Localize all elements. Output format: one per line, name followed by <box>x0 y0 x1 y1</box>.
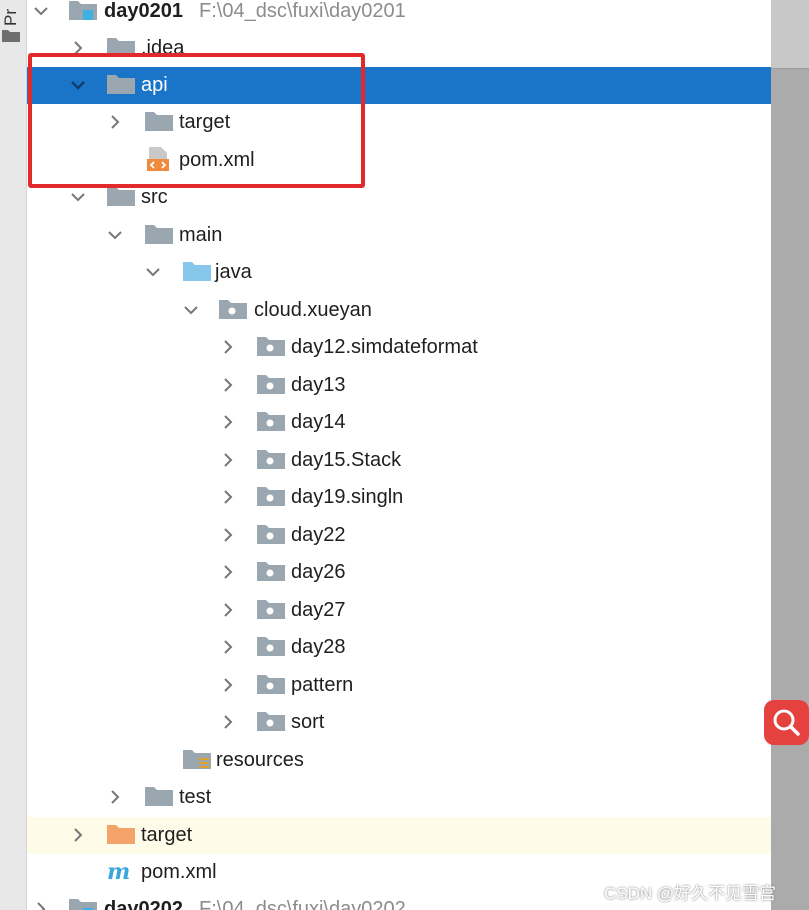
package-label: day13 <box>291 374 346 396</box>
chevron-down-icon[interactable] <box>70 189 86 205</box>
chevron-down-icon[interactable] <box>145 264 161 280</box>
package-icon <box>257 637 285 656</box>
file-label: pom.xml <box>141 861 217 883</box>
package-icon <box>257 487 285 506</box>
scrollbar-thumb[interactable] <box>771 0 809 69</box>
tree-row-subpackage[interactable]: day13 <box>27 367 771 404</box>
folder-label: target <box>141 824 193 846</box>
package-icon <box>257 525 285 544</box>
chevron-right-icon[interactable] <box>70 827 86 843</box>
package-label: pattern <box>291 674 354 696</box>
search-button[interactable] <box>764 700 809 745</box>
chevron-right-icon[interactable] <box>220 564 236 580</box>
search-icon <box>773 709 800 736</box>
annotation-highlight-box <box>28 53 365 188</box>
chevron-down-icon[interactable] <box>33 3 49 19</box>
tree-row-subpackage[interactable]: pattern <box>27 667 771 704</box>
package-label: day14 <box>291 411 346 433</box>
maven-icon: m <box>107 859 130 883</box>
tree-row-subpackage[interactable]: day26 <box>27 554 771 591</box>
package-icon <box>257 412 285 431</box>
module-icon <box>69 899 97 910</box>
package-label: day28 <box>291 636 346 658</box>
chevron-right-icon[interactable] <box>220 452 236 468</box>
chevron-right-icon[interactable] <box>220 339 236 355</box>
folder-icon <box>145 787 173 806</box>
tree-row-package[interactable]: cloud.xueyan <box>27 292 771 329</box>
package-label: day22 <box>291 524 346 546</box>
watermark: CSDN @好久不见雪宫 <box>604 884 777 903</box>
package-icon <box>219 300 247 319</box>
package-label: cloud.xueyan <box>254 299 372 321</box>
package-label: day27 <box>291 599 346 621</box>
chevron-right-icon[interactable] <box>107 789 123 805</box>
chevron-down-icon[interactable] <box>107 227 123 243</box>
package-label: sort <box>291 711 325 733</box>
chevron-right-icon[interactable] <box>220 639 236 655</box>
tree-row-resources[interactable]: resources <box>27 742 771 779</box>
chevron-right-icon[interactable] <box>220 602 236 618</box>
package-icon <box>257 375 285 394</box>
chevron-right-icon[interactable] <box>220 377 236 393</box>
module-path: F:\04_dsc\fuxi\day0201 <box>199 0 406 22</box>
package-label: day26 <box>291 561 346 583</box>
vertical-scrollbar[interactable] <box>771 0 809 910</box>
tree-row-module-day0201[interactable]: day0201 F:\04_dsc\fuxi\day0201 <box>27 0 771 30</box>
tree-row-test[interactable]: test <box>27 779 771 816</box>
tree-row-subpackage[interactable]: sort <box>27 704 771 741</box>
module-name: day0201 <box>104 0 183 22</box>
tree-row-target[interactable]: target <box>27 817 771 854</box>
package-label: day15.Stack <box>291 449 402 471</box>
package-label: day19.singln <box>291 486 404 508</box>
module-name: day0202 <box>104 898 183 910</box>
folder-label: test <box>179 786 212 808</box>
chevron-right-icon[interactable] <box>220 677 236 693</box>
tree-row-java[interactable]: java <box>27 254 771 291</box>
chevron-right-icon[interactable] <box>220 527 236 543</box>
folder-icon <box>2 30 20 42</box>
project-tool-window-strip[interactable]: Pr <box>0 0 27 910</box>
tree-row-subpackage[interactable]: day14 <box>27 404 771 441</box>
project-tab-label[interactable]: Pr <box>1 9 21 26</box>
package-icon <box>257 712 285 731</box>
module-path: F:\04_dsc\fuxi\day0202 <box>199 898 406 910</box>
tree-row-subpackage[interactable]: day15.Stack <box>27 442 771 479</box>
source-folder-icon <box>183 262 211 281</box>
tree-row-main[interactable]: main <box>27 217 771 254</box>
chevron-right-icon[interactable] <box>33 901 49 910</box>
package-icon <box>257 450 285 469</box>
chevron-right-icon[interactable] <box>220 489 236 505</box>
package-icon <box>257 600 285 619</box>
folder-label: main <box>179 224 223 246</box>
chevron-right-icon[interactable] <box>220 714 236 730</box>
tree-row-subpackage[interactable]: day19.singln <box>27 479 771 516</box>
folder-icon <box>145 225 173 244</box>
tree-row-subpackage[interactable]: day27 <box>27 592 771 629</box>
svg-text:m: m <box>107 859 130 883</box>
package-icon <box>257 337 285 356</box>
chevron-right-icon[interactable] <box>220 414 236 430</box>
tree-row-subpackage[interactable]: day28 <box>27 629 771 666</box>
folder-label: java <box>215 261 252 283</box>
resources-folder-icon <box>183 750 211 769</box>
package-label: day12.simdateformat <box>291 336 478 358</box>
tree-row-subpackage[interactable]: day12.simdateformat <box>27 329 771 366</box>
folder-label: resources <box>216 749 304 771</box>
module-icon <box>69 1 97 20</box>
folder-label: src <box>141 186 168 208</box>
package-icon <box>257 675 285 694</box>
package-icon <box>257 562 285 581</box>
chevron-down-icon[interactable] <box>183 302 199 318</box>
excluded-folder-icon <box>107 825 135 844</box>
tree-row-subpackage[interactable]: day22 <box>27 517 771 554</box>
